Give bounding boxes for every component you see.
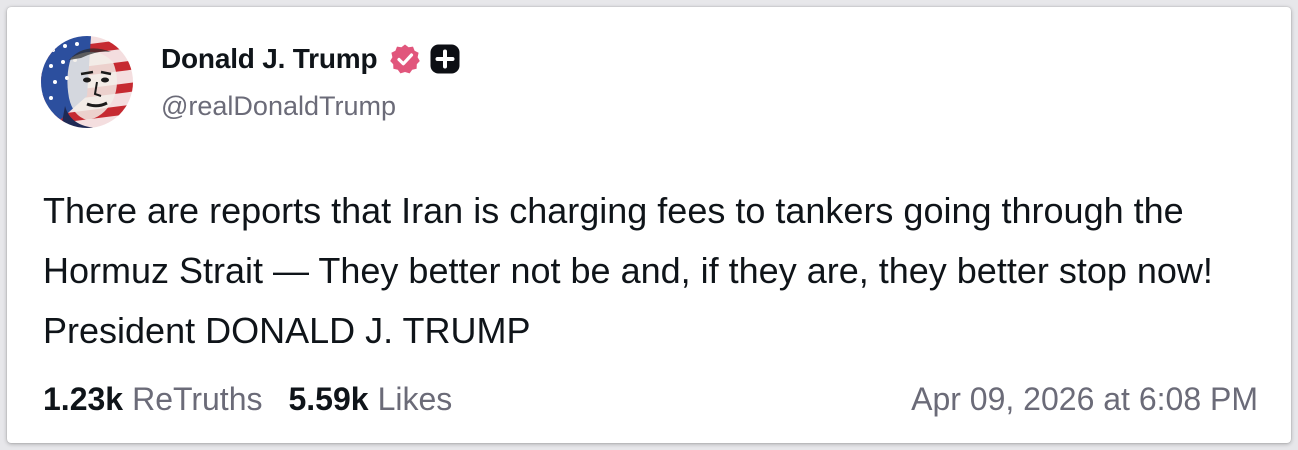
likes-stat[interactable]: 5.59k Likes — [288, 381, 452, 417]
avatar-portrait-image — [41, 36, 133, 128]
post-card: Donald J. Trump @realDonaldTrump There a… — [7, 7, 1291, 443]
post-text: There are reports that Iran is charging … — [43, 190, 1213, 351]
verified-badge-icon — [390, 44, 421, 74]
retruths-count: 1.23k — [43, 381, 124, 417]
post-stats: 1.23k ReTruths 5.59k Likes — [43, 381, 452, 418]
retruths-stat[interactable]: 1.23k ReTruths — [43, 381, 262, 417]
author-display-name[interactable]: Donald J. Trump — [161, 43, 378, 75]
author-handle[interactable]: @realDonaldTrump — [161, 91, 396, 122]
likes-label: Likes — [377, 381, 453, 417]
author-name-row: Donald J. Trump — [161, 41, 461, 77]
avatar[interactable] — [41, 36, 133, 128]
retruths-label: ReTruths — [132, 381, 263, 417]
plus-badge-icon — [430, 44, 460, 74]
likes-count: 5.59k — [288, 381, 369, 417]
post-timestamp[interactable]: Apr 09, 2026 at 6:08 PM — [911, 381, 1258, 418]
